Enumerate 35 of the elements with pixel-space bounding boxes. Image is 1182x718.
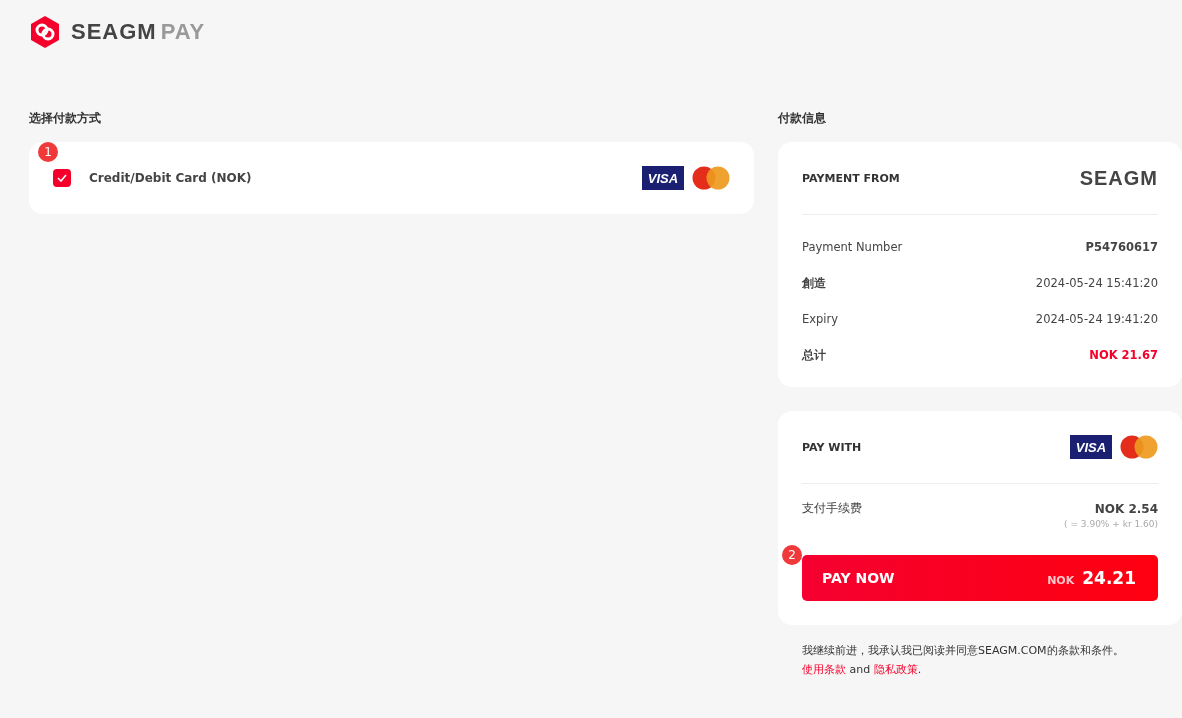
pay-now-button[interactable]: PAY NOW NOK 24.21	[802, 555, 1158, 601]
brand-suffix: PAY	[160, 19, 206, 45]
info-label: 总计	[802, 347, 826, 363]
terms-link[interactable]: 使用条款	[802, 663, 846, 676]
info-value: P54760617	[1085, 240, 1158, 254]
section-title: 付款信息	[778, 110, 827, 127]
card-heading: PAY WITH	[802, 440, 862, 454]
fee-note: ( = 3.90% + kr 1.60)	[1064, 519, 1158, 529]
check-icon	[57, 174, 67, 182]
info-value: 2024-05-24 19:41:20	[1035, 312, 1158, 326]
logo-icon	[29, 15, 61, 49]
mastercard-icon	[1120, 435, 1158, 459]
period-text: .	[917, 663, 922, 676]
visa-card-logo: VISA	[642, 166, 684, 190]
conjunction-text: and	[848, 663, 872, 676]
info-label: Expiry	[802, 312, 839, 326]
step-badge: 1	[38, 142, 58, 162]
info-value: NOK 21.67	[1089, 348, 1158, 362]
checkbox[interactable]	[53, 169, 71, 187]
info-label: Payment Number	[802, 240, 903, 254]
visa-card-logo: VISA	[1070, 435, 1112, 459]
step-badge: 2	[782, 545, 802, 565]
fee-label: 支付手续费	[802, 500, 862, 517]
agreement-text: 我继续前进，我承认我已阅读并同意SEAGM.COM的条款和条件。	[802, 644, 1124, 657]
method-label: Credit/Debit Card (NOK)	[89, 171, 253, 185]
brand-logo: SEAGM	[1079, 166, 1158, 190]
brand-name: SEAGM	[71, 19, 157, 45]
card-heading: PAYMENT FROM	[802, 171, 900, 185]
info-value: 2024-05-24 15:41:20	[1035, 276, 1158, 290]
mastercard-icon	[692, 166, 730, 190]
payment-method-card[interactable]: 1 Credit/Debit Card (NOK) VISA	[29, 142, 754, 214]
info-label: 創造	[802, 275, 826, 291]
fee-value: NOK 2.54	[1094, 501, 1158, 516]
section-title: 选择付款方式	[29, 110, 102, 127]
privacy-link[interactable]: 隐私政策	[873, 663, 918, 676]
